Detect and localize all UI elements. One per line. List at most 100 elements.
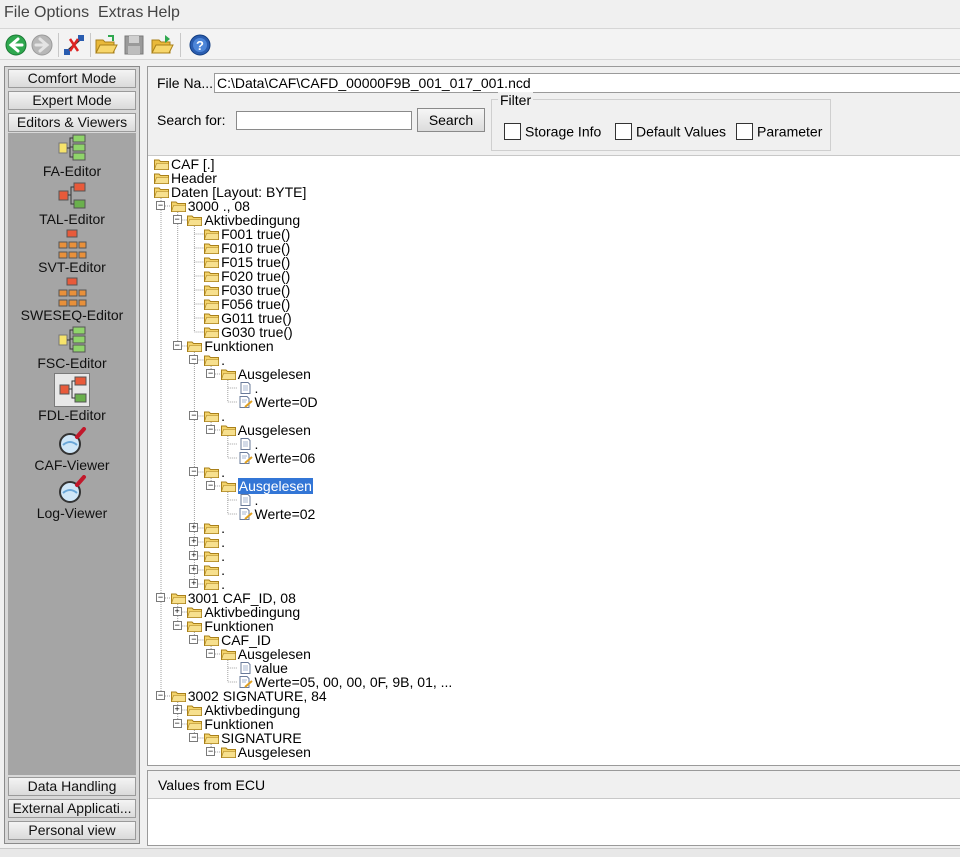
tree-node[interactable]: F001 true() <box>204 227 290 241</box>
tree-node[interactable]: F020 true() <box>204 269 290 283</box>
svt-editor-tool[interactable]: SVT-Editor <box>8 229 136 275</box>
parameter-checkbox[interactable]: Parameter <box>736 122 822 140</box>
collapse-icon[interactable]: − <box>206 747 216 756</box>
collapse-icon[interactable]: − <box>172 215 182 224</box>
caf-viewer-tool[interactable]: CAF-Viewer <box>8 427 136 473</box>
open-folder-icon[interactable] <box>94 33 118 57</box>
expand-icon[interactable]: + <box>189 551 199 560</box>
tree-node[interactable]: . <box>238 437 258 451</box>
collapse-icon[interactable]: − <box>156 201 165 210</box>
tree-node[interactable]: Aktivbedingung <box>187 703 300 717</box>
external-applications-button[interactable]: External Applicati... <box>8 799 136 818</box>
tree-node[interactable]: . <box>238 381 258 395</box>
tree-node[interactable]: Funktionen <box>187 619 274 633</box>
editors-viewers-button[interactable]: Editors & Viewers <box>8 113 136 132</box>
tree-node[interactable]: F030 true() <box>204 283 290 297</box>
expand-icon[interactable]: + <box>189 565 199 574</box>
tree-node[interactable]: . <box>238 493 258 507</box>
menu-extras[interactable]: Extras <box>98 4 143 22</box>
collapse-icon[interactable]: − <box>189 411 199 420</box>
help-icon[interactable]: ? <box>188 33 212 57</box>
search-input[interactable] <box>236 111 412 130</box>
search-button[interactable]: Search <box>417 108 485 132</box>
collapse-icon[interactable]: − <box>189 467 199 476</box>
collapse-icon[interactable]: − <box>172 341 182 350</box>
tree-node[interactable]: G030 true() <box>204 325 293 339</box>
tree-node[interactable]: Werte=06 <box>238 451 315 465</box>
data-handling-button[interactable]: Data Handling <box>8 777 136 796</box>
caf-tree-view[interactable]: CAF [.]Header+Daten [Layout: BYTE]−3000 … <box>148 155 960 765</box>
tree-node[interactable]: F015 true() <box>204 255 290 269</box>
tree-node[interactable]: Ausgelesen <box>220 423 311 437</box>
tree-node[interactable]: Funktionen <box>187 717 274 731</box>
collapse-icon[interactable]: − <box>206 425 216 434</box>
tree-node[interactable]: Werte=05, 00, 00, 0F, 9B, 01, ... <box>238 675 452 689</box>
fsc-editor-tool[interactable]: FSC-Editor <box>8 325 136 371</box>
tree-node[interactable]: 3002 SIGNATURE, 84 <box>170 689 327 703</box>
default-values-checkbox[interactable]: Default Values <box>615 122 726 140</box>
tree-node[interactable]: . <box>204 549 225 563</box>
tree-node[interactable]: . <box>204 409 225 423</box>
expand-icon[interactable]: + <box>172 607 182 616</box>
tree-node[interactable]: . <box>204 563 225 577</box>
fa-editor-tool[interactable]: FA-Editor <box>8 133 136 179</box>
tree-node[interactable]: . <box>204 577 225 591</box>
tree-node[interactable]: F010 true() <box>204 241 290 255</box>
tree-node[interactable]: Aktivbedingung <box>187 213 300 227</box>
collapse-icon[interactable]: − <box>156 593 165 602</box>
collapse-icon[interactable]: − <box>206 649 216 658</box>
tree-node[interactable]: Header <box>154 171 217 185</box>
file-name-field[interactable]: C:\Data\CAF\CAFD_00000F9B_001_017_001.nc… <box>214 73 960 93</box>
open-folder-arrow-icon[interactable] <box>150 33 174 57</box>
tree-node[interactable]: 3001 CAF_ID, 08 <box>170 591 296 605</box>
tree-node[interactable]: F056 true() <box>204 297 290 311</box>
tree-node[interactable]: SIGNATURE <box>204 731 302 745</box>
tree-node[interactable]: Werte=02 <box>238 507 315 521</box>
tree-node[interactable]: . <box>204 465 225 479</box>
collapse-icon[interactable]: − <box>172 719 182 728</box>
tree-node[interactable]: CAF_ID <box>204 633 271 647</box>
save-icon[interactable] <box>122 33 146 57</box>
connection-icon[interactable] <box>62 33 86 57</box>
collapse-icon[interactable]: − <box>206 369 216 378</box>
tree-node[interactable]: . <box>204 521 225 535</box>
storage-info-checkbox[interactable]: Storage Info <box>504 122 601 140</box>
collapse-icon[interactable]: − <box>189 733 199 742</box>
tree-node[interactable]: . <box>204 535 225 549</box>
expand-icon[interactable]: + <box>189 579 199 588</box>
log-viewer-tool[interactable]: Log-Viewer <box>8 475 136 521</box>
expand-icon[interactable]: + <box>172 705 182 714</box>
collapse-icon[interactable]: − <box>172 621 182 630</box>
tree-node[interactable]: Ausgelesen <box>220 647 311 661</box>
menu-help[interactable]: Help <box>147 4 180 22</box>
expand-icon[interactable]: + <box>189 537 199 546</box>
document-icon <box>238 438 253 450</box>
tree-node[interactable]: Werte=0D <box>238 395 318 409</box>
menu-file[interactable]: File <box>4 4 30 22</box>
collapse-icon[interactable]: − <box>189 635 199 644</box>
personal-view-button[interactable]: Personal view <box>8 821 136 840</box>
tree-node[interactable]: Daten [Layout: BYTE] <box>154 185 306 199</box>
tree-node[interactable]: CAF [.] <box>154 157 215 171</box>
tree-node[interactable]: value <box>238 661 288 675</box>
tree-node[interactable]: Ausgelesen <box>220 745 311 759</box>
expert-mode-button[interactable]: Expert Mode <box>8 91 136 110</box>
tree-node[interactable]: . <box>204 353 225 367</box>
tree-node[interactable]: Aktivbedingung <box>187 605 300 619</box>
sweseq-editor-tool[interactable]: SWESEQ-Editor <box>8 277 136 323</box>
tree-node[interactable]: Ausgelesen <box>220 478 313 494</box>
back-arrow-icon[interactable] <box>4 33 28 57</box>
tree-node[interactable]: G011 true() <box>204 311 292 325</box>
collapse-icon[interactable]: − <box>156 691 165 700</box>
tal-editor-tool[interactable]: TAL-Editor <box>8 181 136 227</box>
tree-node[interactable]: 3000 ., 08 <box>170 199 250 213</box>
collapse-icon[interactable]: − <box>189 355 199 364</box>
comfort-mode-button[interactable]: Comfort Mode <box>8 69 136 88</box>
tree-node[interactable]: Funktionen <box>187 339 274 353</box>
collapse-icon[interactable]: − <box>206 481 216 490</box>
tree-node[interactable]: Ausgelesen <box>220 367 311 381</box>
expand-icon[interactable]: + <box>189 523 199 532</box>
fdl-editor-tool[interactable]: FDL-Editor <box>8 373 136 423</box>
menu-options[interactable]: Options <box>34 4 89 22</box>
forward-arrow-icon[interactable] <box>30 33 54 57</box>
